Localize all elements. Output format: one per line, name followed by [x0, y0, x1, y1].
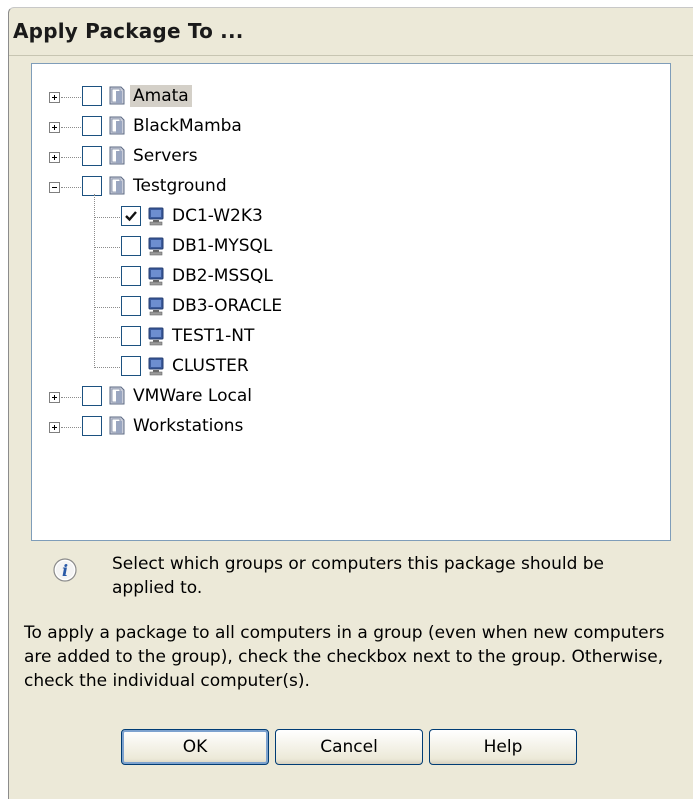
tree-connector — [61, 157, 81, 158]
tree-item-computer[interactable]: DB2-MSSQL — [32, 262, 632, 292]
cancel-button[interactable]: Cancel — [275, 729, 423, 765]
tree-item-group[interactable]: Amata — [32, 82, 632, 112]
computer-icon — [146, 355, 166, 377]
tree-item-label: DC1-W2K3 — [172, 206, 263, 226]
computer-icon — [146, 205, 166, 227]
ok-button[interactable]: OK — [121, 729, 269, 765]
tree-item-label: TEST1-NT — [172, 326, 255, 346]
expand-icon[interactable] — [49, 422, 60, 433]
svg-text:i: i — [62, 561, 68, 580]
tree-connector — [94, 337, 120, 338]
computer-icon — [146, 295, 166, 317]
tree-item-computer[interactable]: DB3-ORACLE — [32, 292, 632, 322]
tree-item-computer[interactable]: CLUSTER — [32, 352, 632, 382]
tree-item-label: Testground — [133, 176, 227, 196]
checkbox[interactable] — [121, 296, 141, 316]
help-paragraph: To apply a package to all computers in a… — [24, 623, 665, 691]
checkbox[interactable] — [121, 236, 141, 256]
help-button[interactable]: Help — [429, 729, 577, 765]
tree-item-label: BlackMamba — [133, 116, 242, 136]
collapse-icon[interactable] — [49, 182, 60, 193]
tree-item-label: DB2-MSSQL — [172, 266, 273, 286]
tree-item-computer[interactable]: TEST1-NT — [32, 322, 632, 352]
tree-connector — [61, 97, 81, 98]
tree-item-computer[interactable]: DC1-W2K3 — [32, 202, 632, 232]
computer-icon — [146, 235, 166, 257]
tree-connector — [94, 277, 120, 278]
tree-connector — [94, 307, 120, 308]
tree-item-label: Workstations — [133, 416, 244, 436]
tree-item-label: CLUSTER — [172, 356, 249, 376]
tree-item-group[interactable]: Testground — [32, 172, 632, 202]
checkbox[interactable] — [121, 266, 141, 286]
checkbox[interactable] — [121, 326, 141, 346]
expand-icon[interactable] — [49, 392, 60, 403]
info-text: Select which groups or computers this pa… — [112, 554, 605, 598]
tree-item-label: Servers — [133, 146, 198, 166]
group-icon — [107, 415, 127, 437]
checkbox[interactable] — [121, 206, 141, 226]
tree-item-label: Amata — [130, 85, 192, 107]
tree-connector — [94, 194, 95, 366]
group-icon — [107, 175, 127, 197]
tree-item-label: VMWare Local — [133, 386, 252, 406]
dialog-title: Apply Package To ... — [13, 19, 244, 43]
tree-connector — [94, 367, 120, 368]
tree-item-label: DB1-MYSQL — [172, 236, 273, 256]
tree-connector — [61, 187, 81, 188]
tree-connector — [61, 427, 81, 428]
tree-item-group[interactable]: Servers — [32, 142, 632, 172]
tree-connector — [94, 247, 120, 248]
group-tree[interactable]: Amata BlackMamba Servers Testground DC1-W2K3… — [31, 63, 671, 541]
group-icon — [107, 145, 127, 167]
computer-icon — [146, 265, 166, 287]
info-icon: i — [53, 558, 77, 582]
checkbox[interactable] — [121, 356, 141, 376]
tree-item-group[interactable]: Workstations — [32, 412, 632, 442]
group-icon — [107, 115, 127, 137]
group-icon — [107, 385, 127, 407]
checkbox[interactable] — [82, 116, 102, 136]
tree-item-group[interactable]: VMWare Local — [32, 382, 632, 412]
title-separator — [9, 55, 693, 56]
checkbox[interactable] — [82, 386, 102, 406]
group-icon — [107, 85, 127, 107]
expand-icon[interactable] — [49, 92, 60, 103]
tree-item-group[interactable]: BlackMamba — [32, 112, 632, 142]
tree-connector — [61, 397, 81, 398]
tree-item-computer[interactable]: DB1-MYSQL — [32, 232, 632, 262]
computer-icon — [146, 325, 166, 347]
tree-connector — [61, 127, 81, 128]
tree-item-label: DB3-ORACLE — [172, 296, 283, 316]
checkbox[interactable] — [82, 416, 102, 436]
checkbox[interactable] — [82, 176, 102, 196]
checkbox[interactable] — [82, 146, 102, 166]
expand-icon[interactable] — [49, 152, 60, 163]
tree-connector — [94, 217, 120, 218]
checkbox[interactable] — [82, 86, 102, 106]
expand-icon[interactable] — [49, 122, 60, 133]
